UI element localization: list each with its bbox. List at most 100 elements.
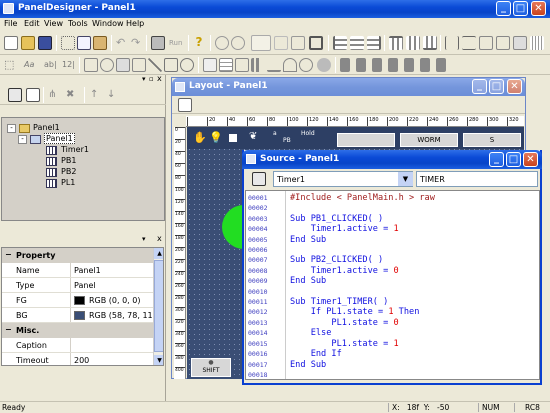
code-editor[interactable]: 00001 #Include < PanelMain.h > raw 00002 00… — [245, 190, 540, 380]
expander-minus-icon[interactable]: − — [5, 250, 12, 259]
ungroup-icon[interactable] — [356, 58, 366, 72]
open-folder-icon[interactable] — [21, 36, 35, 50]
close-icon[interactable]: ✕ — [531, 1, 546, 16]
align-right-icon[interactable] — [367, 36, 381, 50]
delete-node-icon[interactable]: ✖ — [66, 88, 80, 102]
minimize-icon[interactable]: _ — [496, 1, 511, 16]
align-bottom-icon[interactable] — [423, 36, 437, 50]
layout-title-bar[interactable]: Layout - Panel1 _ □ ✕ — [172, 78, 525, 96]
dock-restore-icon[interactable]: ▫ — [149, 75, 154, 83]
property-row[interactable]: Name Panel1 — [2, 263, 153, 278]
collapse-icon[interactable]: - — [18, 135, 27, 144]
maximize-icon[interactable]: □ — [489, 79, 504, 94]
move-down-icon[interactable]: ↓ — [107, 88, 121, 102]
align-center-icon[interactable] — [350, 36, 364, 50]
table-tool-icon[interactable] — [219, 58, 233, 72]
menu-help[interactable]: Help — [126, 19, 144, 28]
align-middle-icon[interactable] — [406, 36, 420, 50]
ellipse-tool-icon[interactable] — [180, 58, 194, 72]
send-back-icon[interactable] — [388, 58, 398, 72]
menu-tools[interactable]: Tools — [68, 19, 88, 28]
close-icon[interactable]: ✕ — [507, 79, 522, 94]
expander-minus-icon[interactable]: − — [5, 325, 12, 334]
run-button[interactable]: Run — [169, 39, 182, 47]
lamp-tool-icon[interactable] — [317, 58, 331, 72]
misc-section-header[interactable]: − Misc. — [2, 323, 153, 338]
rect-select-icon[interactable] — [291, 36, 305, 50]
pointer-icon[interactable]: ⬚ — [4, 58, 18, 72]
number-tool[interactable]: 12| — [62, 60, 75, 69]
order-icon[interactable] — [436, 58, 446, 72]
panel-view-icon[interactable] — [252, 172, 266, 186]
property-row[interactable]: BG RGB (58, 78, 117) — [2, 308, 161, 323]
space-horizontal-icon[interactable] — [445, 36, 459, 50]
unlock-icon[interactable] — [420, 58, 430, 72]
page-view-icon[interactable] — [26, 88, 40, 102]
timer-tool-icon[interactable] — [299, 58, 313, 72]
scroll-up-icon[interactable]: ▲ — [154, 248, 163, 259]
lock-icon[interactable] — [404, 58, 414, 72]
rect-tool-icon[interactable] — [164, 58, 178, 72]
chart-tool-icon[interactable] — [251, 58, 265, 72]
misc-row[interactable]: Timeout 200 — [2, 353, 153, 365]
panel-button-s[interactable]: S — [463, 133, 521, 147]
undo-icon[interactable]: ↶ — [116, 37, 130, 51]
dock-pin-icon[interactable]: ▾ — [142, 235, 146, 243]
copy-icon[interactable] — [77, 36, 91, 50]
slider-tool-icon[interactable] — [267, 58, 281, 72]
frame-tool-icon[interactable] — [132, 58, 146, 72]
align-top-icon[interactable] — [389, 36, 403, 50]
zoom-icon[interactable] — [215, 36, 229, 50]
chevron-down-icon[interactable]: ▼ — [398, 172, 413, 186]
dock-close-icon[interactable]: x — [157, 234, 162, 243]
align-left-icon[interactable] — [333, 36, 347, 50]
scroll-down-icon[interactable]: ▼ — [154, 355, 163, 365]
group-icon[interactable] — [340, 58, 350, 72]
textbox-tool[interactable]: ab| — [44, 60, 57, 69]
list-tool-icon[interactable] — [235, 58, 249, 72]
help-question-icon[interactable]: ? — [192, 35, 206, 49]
property-scrollbar[interactable]: ▲ ▼ — [153, 248, 163, 365]
space-vertical-icon[interactable] — [462, 36, 476, 50]
paste-icon[interactable] — [93, 36, 107, 50]
event-select[interactable]: TIMER — [416, 171, 538, 187]
new-file-icon[interactable] — [4, 36, 18, 50]
panel-view-icon[interactable] — [8, 88, 22, 102]
property-row[interactable]: FG RGB (0, 0, 0) — [2, 293, 153, 308]
tree-branch-icon[interactable]: ⋔ — [48, 88, 62, 102]
cut-icon[interactable] — [61, 36, 75, 50]
minimize-icon[interactable]: _ — [489, 152, 504, 167]
maximize-icon[interactable]: □ — [506, 152, 521, 167]
bring-front-icon[interactable] — [372, 58, 382, 72]
object-select[interactable]: Timer1 ▼ — [273, 171, 413, 187]
radio-tool-icon[interactable] — [100, 58, 114, 72]
rotate-icon[interactable] — [251, 35, 271, 51]
misc-row[interactable]: Caption — [2, 338, 153, 353]
line-tool-icon[interactable] — [148, 58, 162, 72]
page-icon[interactable] — [178, 98, 192, 112]
menu-window[interactable]: Window — [92, 19, 124, 28]
image-tool-icon[interactable] — [203, 58, 217, 72]
button-tool-icon[interactable] — [116, 58, 130, 72]
grid-icon[interactable] — [530, 36, 544, 50]
gauge-tool-icon[interactable] — [283, 58, 297, 72]
same-width-icon[interactable] — [479, 36, 493, 50]
source-title-bar[interactable]: Source - Panel1 _ □ ✕ — [242, 150, 542, 169]
move-up-icon[interactable]: ↑ — [90, 88, 104, 102]
redo-icon[interactable]: ↷ — [131, 37, 145, 51]
panel-button-blank[interactable] — [337, 133, 395, 147]
same-height-icon[interactable] — [496, 36, 510, 50]
save-icon[interactable] — [38, 36, 52, 50]
hand-icon[interactable] — [274, 36, 288, 50]
label-tool[interactable]: Aa — [24, 60, 34, 69]
zoom-out-icon[interactable] — [231, 36, 245, 50]
minimize-icon[interactable]: _ — [472, 79, 487, 94]
menu-view[interactable]: View — [44, 19, 63, 28]
close-icon[interactable]: ✕ — [523, 152, 538, 167]
print-icon[interactable] — [151, 36, 165, 50]
scroll-thumb[interactable] — [154, 260, 163, 352]
checkbox-tool-icon[interactable] — [84, 58, 98, 72]
shift-button[interactable]: ● SHIFT — [191, 358, 231, 377]
fit-window-icon[interactable] — [309, 36, 323, 50]
property-row[interactable]: Type Panel — [2, 278, 153, 293]
